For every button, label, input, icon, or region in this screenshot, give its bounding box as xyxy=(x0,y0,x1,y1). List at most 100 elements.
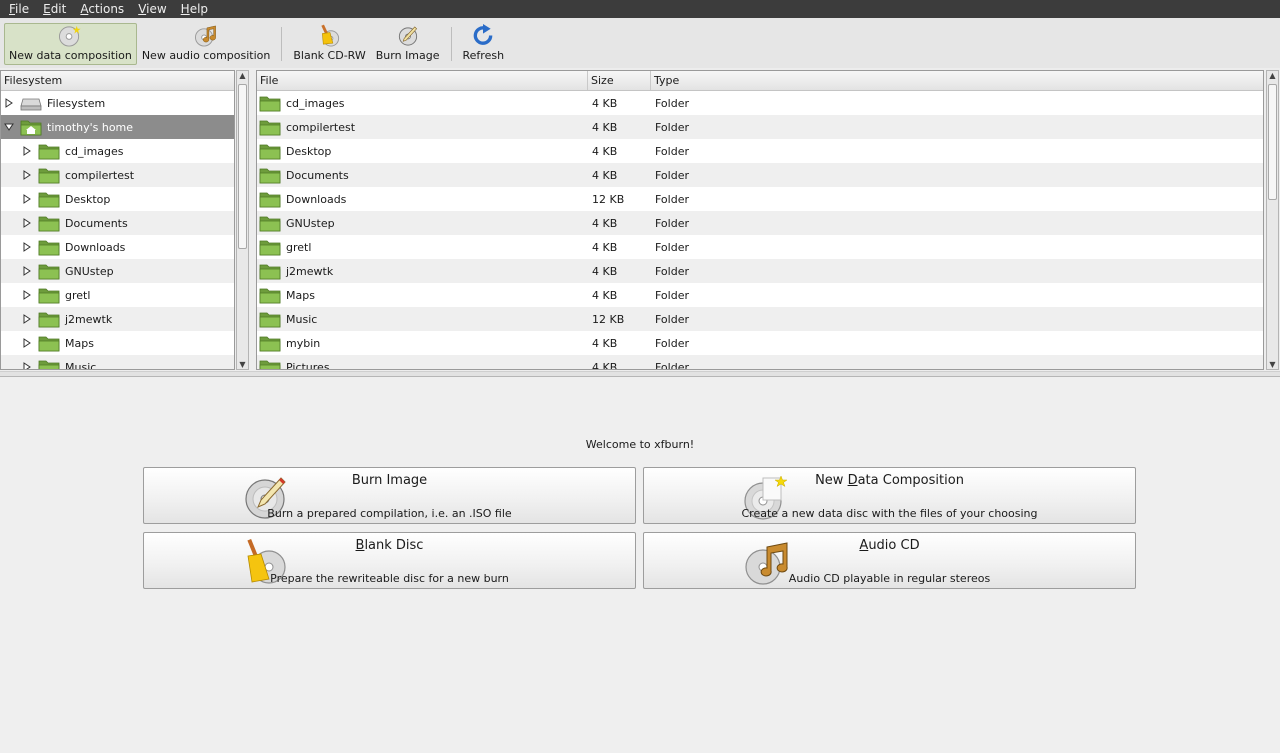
file-row[interactable]: compilertest 4 KB Folder xyxy=(257,115,1263,139)
tree-item[interactable]: timothy's home xyxy=(1,115,234,139)
scroll-down-arrow[interactable]: ▼ xyxy=(1267,360,1278,369)
file-row[interactable]: GNUstep 4 KB Folder xyxy=(257,211,1263,235)
tree-item[interactable]: Maps xyxy=(1,331,234,355)
scroll-thumb[interactable] xyxy=(238,84,247,249)
file-list-scrollbar[interactable]: ▲ ▼ xyxy=(1266,70,1279,370)
menu-file[interactable]: File xyxy=(2,0,36,18)
folder-icon xyxy=(38,336,60,352)
tree-item[interactable]: Filesystem xyxy=(1,91,234,115)
tree-item[interactable]: Documents xyxy=(1,211,234,235)
broom-disc-icon xyxy=(320,24,339,47)
file-size: 4 KB xyxy=(592,360,618,370)
folder-icon xyxy=(259,144,281,160)
folder-icon xyxy=(38,144,60,160)
expand-icon[interactable] xyxy=(22,218,32,228)
file-name: Maps xyxy=(286,288,315,302)
refresh-button[interactable]: Refresh xyxy=(458,23,510,65)
burn-disc-icon xyxy=(398,26,417,46)
tree-item[interactable]: Downloads xyxy=(1,235,234,259)
welcome-new-data-composition-button[interactable]: New Data Composition Create a new data d… xyxy=(643,467,1136,524)
file-row[interactable]: mybin 4 KB Folder xyxy=(257,331,1263,355)
new-data-composition-button[interactable]: New data composition xyxy=(4,23,137,65)
file-type: Folder xyxy=(655,336,689,350)
folder-icon xyxy=(259,360,281,369)
collapse-icon[interactable] xyxy=(4,122,14,132)
tree-item[interactable]: compilertest xyxy=(1,163,234,187)
file-row[interactable]: Desktop 4 KB Folder xyxy=(257,139,1263,163)
tree-item[interactable]: gretl xyxy=(1,283,234,307)
tree-item-label: timothy's home xyxy=(47,120,134,134)
new-data-composition-description: Create a new data disc with the files of… xyxy=(741,507,1038,520)
tree-item-label: compilertest xyxy=(65,168,135,182)
folder-icon xyxy=(38,264,60,280)
tree-item[interactable]: GNUstep xyxy=(1,259,234,283)
scroll-up-arrow[interactable]: ▲ xyxy=(237,71,248,80)
new-data-composition-title: New Data Composition xyxy=(815,473,964,488)
tree-item[interactable]: Desktop xyxy=(1,187,234,211)
tree-item[interactable]: Music xyxy=(1,355,234,369)
file-row[interactable]: gretl 4 KB Folder xyxy=(257,235,1263,259)
menu-bar: File Edit Actions View Help xyxy=(0,0,1280,18)
filesystem-tree[interactable]: Filesystem Filesystem timothy's home cd_im… xyxy=(0,70,235,370)
audio-disc-icon xyxy=(195,25,216,47)
file-row[interactable]: cd_images 4 KB Folder xyxy=(257,91,1263,115)
tree-item[interactable]: j2mewtk xyxy=(1,307,234,331)
column-size[interactable]: Size xyxy=(588,71,651,90)
expand-icon[interactable] xyxy=(22,266,32,276)
column-file[interactable]: File xyxy=(257,71,588,90)
blank-cdrw-button[interactable]: Blank CD-RW xyxy=(288,23,370,65)
expand-icon[interactable] xyxy=(22,146,32,156)
welcome-burn-image-button[interactable]: Burn Image Burn a prepared compilation, … xyxy=(143,467,636,524)
expand-icon[interactable] xyxy=(22,194,32,204)
data-disc-icon xyxy=(59,25,81,47)
scroll-down-arrow[interactable]: ▼ xyxy=(237,360,248,369)
burn-image-button[interactable]: Burn Image xyxy=(371,23,445,65)
audio-cd-title: Audio CD xyxy=(859,538,920,553)
tree-item-label: Desktop xyxy=(65,192,111,206)
expand-icon[interactable] xyxy=(22,338,32,348)
new-audio-composition-button[interactable]: New audio composition xyxy=(137,23,276,65)
tree-item[interactable]: cd_images xyxy=(1,139,234,163)
scroll-up-arrow[interactable]: ▲ xyxy=(1267,71,1278,80)
tree-header[interactable]: Filesystem xyxy=(1,71,234,91)
file-type: Folder xyxy=(655,360,689,370)
file-name: mybin xyxy=(286,336,321,350)
expand-icon[interactable] xyxy=(22,170,32,180)
file-row[interactable]: Maps 4 KB Folder xyxy=(257,283,1263,307)
file-size: 4 KB xyxy=(592,240,618,254)
file-size: 4 KB xyxy=(592,216,618,230)
file-row[interactable]: Pictures 4 KB Folder xyxy=(257,355,1263,370)
expand-icon[interactable] xyxy=(22,314,32,324)
tree-scrollbar[interactable]: ▲ ▼ xyxy=(236,70,249,370)
folder-icon xyxy=(38,216,60,232)
file-name: Documents xyxy=(286,168,349,182)
file-size: 4 KB xyxy=(592,168,618,182)
menu-actions[interactable]: Actions xyxy=(73,0,131,18)
home-folder-icon xyxy=(20,120,42,136)
expand-icon[interactable] xyxy=(22,242,32,252)
welcome-blank-disc-button[interactable]: Blank Disc Prepare the rewriteable disc … xyxy=(143,532,636,589)
expand-icon[interactable] xyxy=(22,362,32,369)
tree-item-label: GNUstep xyxy=(65,264,114,278)
menu-help[interactable]: Help xyxy=(174,0,215,18)
expand-icon[interactable] xyxy=(4,98,14,108)
menu-edit[interactable]: Edit xyxy=(36,0,73,18)
file-name: GNUstep xyxy=(286,216,335,230)
folder-icon xyxy=(38,240,60,256)
file-type: Folder xyxy=(655,120,689,134)
expand-icon[interactable] xyxy=(22,290,32,300)
file-size: 12 KB xyxy=(592,312,625,326)
folder-icon xyxy=(259,192,281,208)
column-type[interactable]: Type xyxy=(651,71,1263,90)
scroll-thumb[interactable] xyxy=(1268,84,1277,200)
folder-icon xyxy=(38,192,60,208)
file-row[interactable]: j2mewtk 4 KB Folder xyxy=(257,259,1263,283)
welcome-audio-cd-button[interactable]: Audio CD Audio CD playable in regular st… xyxy=(643,532,1136,589)
folder-icon xyxy=(259,120,281,136)
file-row[interactable]: Downloads 12 KB Folder xyxy=(257,187,1263,211)
menu-view[interactable]: View xyxy=(131,0,173,18)
file-list[interactable]: File Size Type cd_images 4 KB Folder compil… xyxy=(256,70,1264,370)
file-size: 4 KB xyxy=(592,144,618,158)
file-row[interactable]: Documents 4 KB Folder xyxy=(257,163,1263,187)
file-row[interactable]: Music 12 KB Folder xyxy=(257,307,1263,331)
